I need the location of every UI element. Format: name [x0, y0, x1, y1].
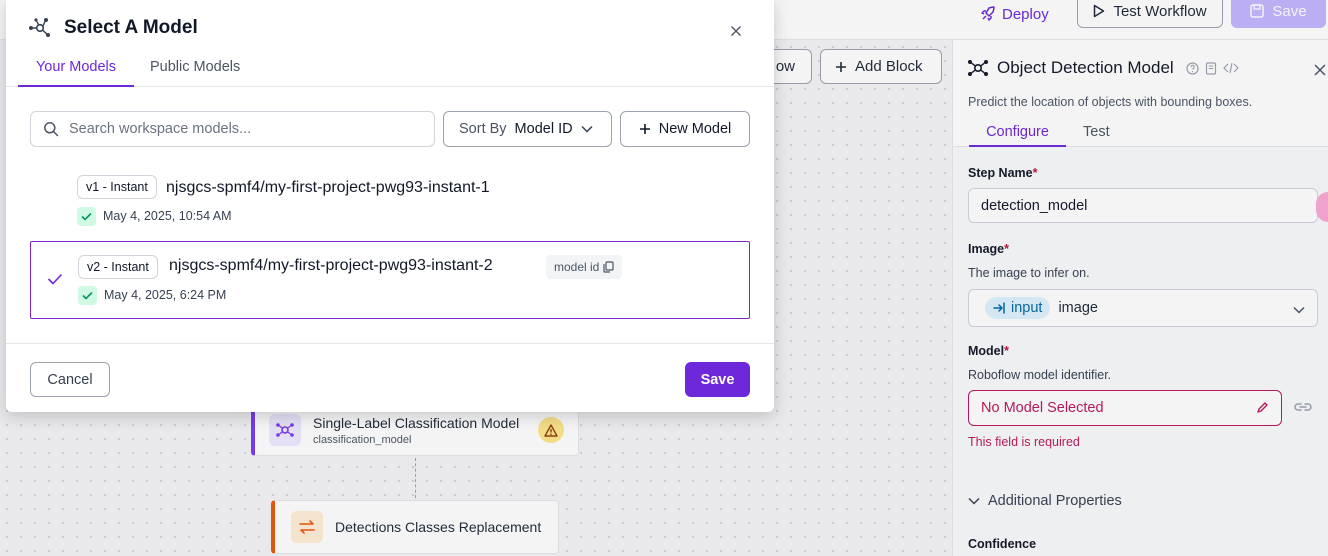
save-button[interactable]: Save	[685, 362, 750, 397]
cancel-button[interactable]: Cancel	[30, 362, 110, 397]
model-name: njsgcs-spmf4/my-first-project-pwg93-inst…	[169, 257, 493, 274]
model-list-item[interactable]: v1 - Instant njsgcs-spmf4/my-first-proje…	[30, 163, 750, 241]
plus-icon	[639, 124, 650, 134]
select-model-dialog: Select A Model Your Models Public Models…	[6, 0, 774, 412]
model-source-tabs: Your Models Public Models	[6, 50, 774, 87]
search-icon	[44, 122, 59, 137]
version-badge: v1 - Instant	[77, 175, 157, 199]
tab-your-models[interactable]: Your Models	[18, 59, 134, 87]
checkmark-icon	[47, 272, 63, 290]
copy-icon	[603, 261, 614, 273]
sort-label: Sort By	[459, 121, 507, 137]
new-model-button[interactable]: New Model	[620, 111, 750, 147]
tab-public-models[interactable]: Public Models	[150, 59, 240, 75]
sort-dropdown[interactable]: Sort By Model ID	[443, 111, 612, 147]
search-field[interactable]	[30, 111, 435, 147]
dialog-footer: Cancel Save	[6, 343, 774, 412]
check-icon	[78, 286, 97, 305]
model-list-item-selected[interactable]: v2 - Instant njsgcs-spmf4/my-first-proje…	[30, 241, 750, 319]
new-model-label: New Model	[658, 121, 732, 137]
model-date: May 4, 2025, 6:24 PM	[104, 288, 227, 302]
search-input[interactable]	[69, 121, 409, 137]
model-name: njsgcs-spmf4/my-first-project-pwg93-inst…	[166, 179, 490, 196]
dialog-title: Select A Model	[64, 17, 198, 38]
model-graph-icon	[29, 18, 50, 37]
copy-model-id-button[interactable]: model id	[546, 255, 623, 279]
sort-value: Model ID	[514, 121, 573, 137]
close-icon[interactable]	[730, 24, 742, 42]
model-date: May 4, 2025, 10:54 AM	[103, 209, 232, 223]
check-icon	[77, 207, 96, 226]
version-badge: v2 - Instant	[78, 255, 158, 279]
chevron-down-icon	[581, 125, 593, 133]
